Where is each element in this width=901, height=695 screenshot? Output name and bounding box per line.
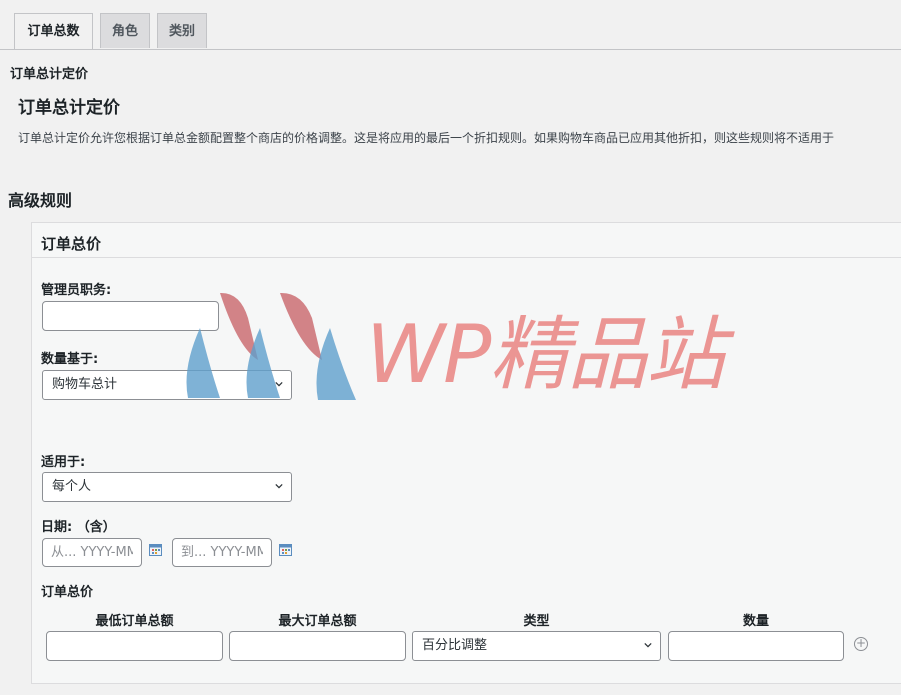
tab-order-total[interactable]: 订单总数 — [14, 13, 93, 49]
section-title: 订单总计定价 — [18, 98, 120, 118]
quantity-based-value: 购物车总计 — [52, 377, 118, 392]
order-total-label: 订单总价 — [41, 585, 94, 600]
applies-to-value: 每个人 — [52, 479, 92, 494]
tab-roles[interactable]: 角色 — [100, 13, 150, 48]
column-header-type: 类型 — [523, 614, 550, 629]
add-row-icon[interactable]: + — [854, 637, 868, 651]
panel-divider — [32, 257, 901, 258]
chevron-down-icon — [275, 483, 283, 489]
adjustment-type-value: 百分比调整 — [422, 638, 488, 653]
section-description: 订单总计定价允许您根据订单总金额配置整个商店的价格调整。这是将应用的最后一个折扣… — [18, 131, 835, 145]
calendar-icon[interactable] — [149, 543, 162, 556]
amount-input[interactable] — [668, 631, 844, 661]
applies-to-select[interactable]: 每个人 — [42, 472, 292, 502]
order-total-panel: 订单总价 管理员职务: 数量基于: 购物车总计 适用于: 每个人 日期: （含）… — [31, 222, 901, 684]
date-from-input[interactable] — [42, 538, 142, 567]
admin-role-label: 管理员职务: — [41, 283, 112, 298]
min-order-total-input[interactable] — [46, 631, 223, 661]
quantity-based-select[interactable]: 购物车总计 — [42, 370, 292, 400]
advanced-rules-heading: 高级规则 — [8, 191, 73, 210]
adjustment-type-select[interactable]: 百分比调整 — [412, 631, 661, 661]
panel-title: 订单总价 — [41, 235, 102, 253]
column-header-max: 最大订单总额 — [278, 614, 357, 629]
max-order-total-input[interactable] — [229, 631, 406, 661]
chevron-down-icon — [275, 381, 283, 387]
date-label: 日期: （含） — [41, 520, 116, 535]
calendar-icon[interactable] — [279, 543, 292, 556]
admin-role-input[interactable] — [42, 301, 219, 331]
column-header-min: 最低订单总额 — [95, 614, 174, 629]
column-header-amount: 数量 — [742, 614, 769, 629]
tab-bar: 订单总数 角色 类别 — [0, 13, 901, 50]
quantity-based-label: 数量基于: — [41, 352, 99, 367]
date-to-input[interactable] — [172, 538, 272, 567]
tab-categories[interactable]: 类别 — [157, 13, 207, 48]
chevron-down-icon — [644, 642, 652, 648]
applies-to-label: 适用于: — [41, 455, 86, 470]
section-breadcrumb: 订单总计定价 — [10, 67, 89, 82]
